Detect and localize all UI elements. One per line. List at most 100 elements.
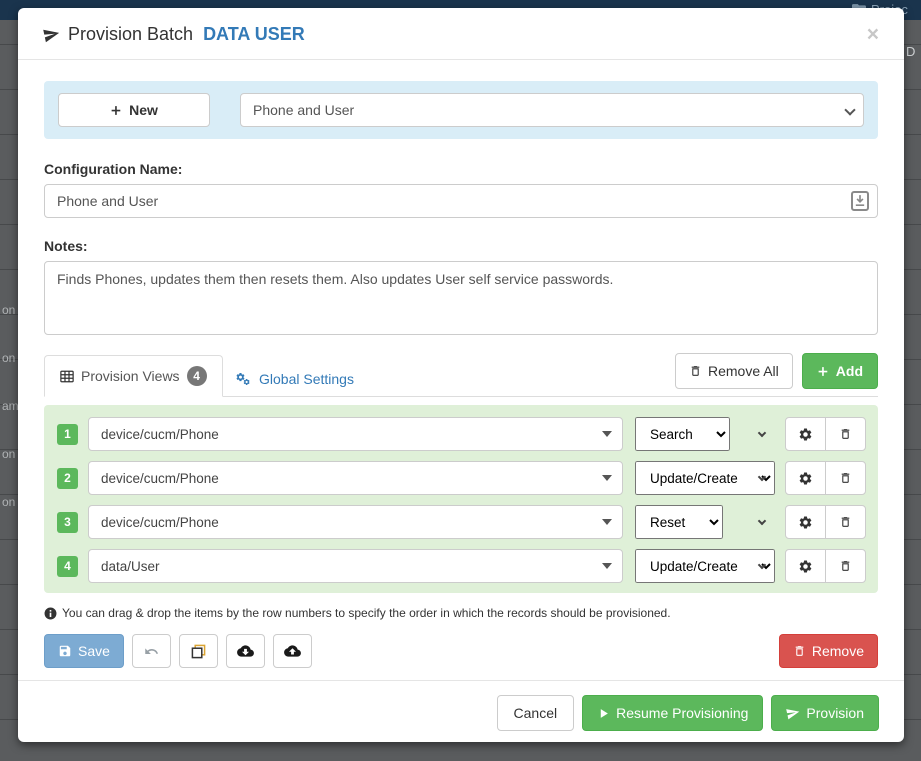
provision-button[interactable]: Provision bbox=[771, 695, 879, 731]
modal-footer: Cancel Resume Provisioning Provision bbox=[18, 680, 904, 745]
gear-icon bbox=[798, 427, 813, 442]
plus-icon bbox=[110, 104, 123, 117]
row-number-drag-handle[interactable]: 4 bbox=[57, 556, 78, 577]
row-button-group bbox=[785, 549, 866, 583]
modal-title: Provision Batch DATA USER bbox=[43, 24, 305, 45]
tab-global-settings-label: Global Settings bbox=[259, 371, 354, 387]
plus-icon bbox=[817, 365, 830, 378]
paper-plane-icon bbox=[786, 706, 800, 720]
trash-icon bbox=[689, 364, 702, 378]
row-view-select[interactable]: device/cucm/Phone bbox=[88, 461, 623, 495]
row-number-drag-handle[interactable]: 1 bbox=[57, 424, 78, 445]
add-button[interactable]: Add bbox=[802, 353, 878, 389]
row-delete-button[interactable] bbox=[825, 461, 866, 495]
row-action-select-wrap: Update/Create bbox=[635, 549, 773, 583]
configuration-name-input[interactable] bbox=[44, 184, 878, 218]
row-button-group bbox=[785, 505, 866, 539]
gear-icon bbox=[798, 559, 813, 574]
row-settings-button[interactable] bbox=[785, 505, 826, 539]
drag-drop-hint-text: You can drag & drop the items by the row… bbox=[62, 606, 671, 620]
provision-row: 2 device/cucm/Phone Update/Create bbox=[52, 461, 870, 495]
batch-selector-panel: New Phone and User bbox=[44, 81, 878, 139]
cogs-icon bbox=[235, 372, 252, 387]
trash-icon bbox=[839, 515, 852, 529]
modal-title-prefix: Provision Batch bbox=[68, 24, 193, 45]
resume-provisioning-button[interactable]: Resume Provisioning bbox=[582, 695, 763, 731]
undo-icon bbox=[144, 645, 159, 658]
row-button-group bbox=[785, 417, 866, 451]
provision-label: Provision bbox=[806, 705, 864, 721]
configuration-name-label: Configuration Name: bbox=[44, 161, 878, 177]
row-action-select[interactable]: Update/Create bbox=[635, 549, 775, 583]
copy-button[interactable] bbox=[179, 634, 218, 668]
caret-down-icon bbox=[602, 563, 612, 569]
row-action-select[interactable]: Reset bbox=[635, 505, 723, 539]
trash-icon bbox=[839, 471, 852, 485]
provision-row: 4 data/User Update/Create bbox=[52, 549, 870, 583]
row-delete-button[interactable] bbox=[825, 549, 866, 583]
row-view-value: data/User bbox=[101, 559, 160, 574]
close-icon[interactable]: × bbox=[867, 24, 879, 45]
trash-icon bbox=[793, 644, 806, 658]
gear-icon bbox=[798, 471, 813, 486]
row-delete-button[interactable] bbox=[825, 505, 866, 539]
row-settings-button[interactable] bbox=[785, 549, 826, 583]
background-letter: D bbox=[906, 44, 915, 59]
caret-down-icon bbox=[602, 475, 612, 481]
row-view-value: device/cucm/Phone bbox=[101, 515, 219, 530]
row-delete-button[interactable] bbox=[825, 417, 866, 451]
cloud-upload-icon bbox=[284, 644, 301, 658]
new-button-label: New bbox=[129, 102, 158, 118]
tab-provision-views[interactable]: Provision Views 4 bbox=[44, 355, 223, 397]
modal-header: Provision Batch DATA USER × bbox=[18, 8, 904, 60]
drag-drop-hint: You can drag & drop the items by the row… bbox=[44, 606, 878, 620]
tabs-actions: Remove All Add bbox=[675, 353, 878, 389]
chevron-down-icon bbox=[758, 517, 766, 525]
copy-icon bbox=[191, 644, 206, 659]
tab-provision-views-label: Provision Views bbox=[81, 368, 180, 384]
trash-icon bbox=[839, 427, 852, 441]
row-button-group bbox=[785, 461, 866, 495]
play-icon bbox=[597, 707, 610, 720]
save-button[interactable]: Save bbox=[44, 634, 124, 668]
remove-button[interactable]: Remove bbox=[779, 634, 878, 668]
row-settings-button[interactable] bbox=[785, 461, 826, 495]
cloud-download-button[interactable] bbox=[226, 634, 265, 668]
notes-label: Notes: bbox=[44, 238, 878, 254]
row-settings-button[interactable] bbox=[785, 417, 826, 451]
row-action-select-wrap: Update/Create bbox=[635, 461, 773, 495]
provision-rows-panel: 1 device/cucm/Phone Search bbox=[44, 405, 878, 593]
gear-icon bbox=[798, 515, 813, 530]
new-batch-button[interactable]: New bbox=[58, 93, 210, 127]
add-label: Add bbox=[836, 363, 863, 379]
table-icon bbox=[60, 370, 74, 383]
row-number-drag-handle[interactable]: 3 bbox=[57, 512, 78, 533]
row-action-select[interactable]: Search bbox=[635, 417, 730, 451]
row-action-select[interactable]: Update/Create bbox=[635, 461, 775, 495]
row-view-select[interactable]: device/cucm/Phone bbox=[88, 505, 623, 539]
row-number-drag-handle[interactable]: 2 bbox=[57, 468, 78, 489]
row-view-select[interactable]: device/cucm/Phone bbox=[88, 417, 623, 451]
tabs-bar: Provision Views 4 Global Settings Re bbox=[44, 356, 878, 397]
cancel-button[interactable]: Cancel bbox=[497, 695, 575, 731]
cloud-upload-button[interactable] bbox=[273, 634, 312, 668]
undo-button[interactable] bbox=[132, 634, 171, 668]
provision-row: 3 device/cucm/Phone Reset bbox=[52, 505, 870, 539]
remove-all-button[interactable]: Remove All bbox=[675, 353, 793, 389]
row-view-select[interactable]: data/User bbox=[88, 549, 623, 583]
provision-row: 1 device/cucm/Phone Search bbox=[52, 417, 870, 451]
tab-global-settings[interactable]: Global Settings bbox=[220, 361, 369, 397]
caret-down-icon bbox=[602, 431, 612, 437]
provision-views-count-badge: 4 bbox=[187, 366, 207, 386]
row-view-value: device/cucm/Phone bbox=[101, 471, 219, 486]
row-view-value: device/cucm/Phone bbox=[101, 427, 219, 442]
row-action-select-wrap: Reset bbox=[635, 505, 773, 539]
notes-textarea[interactable]: Finds Phones, updates them then resets t… bbox=[44, 261, 878, 335]
modal-body: New Phone and User Configuration Name: N… bbox=[18, 60, 904, 680]
batch-type-select-wrap: Phone and User bbox=[240, 93, 864, 127]
toolbar: Save bbox=[44, 634, 878, 668]
row-action-select-wrap: Search bbox=[635, 417, 773, 451]
batch-type-select[interactable]: Phone and User bbox=[240, 93, 864, 127]
modal-title-name: DATA USER bbox=[203, 24, 305, 45]
chevron-down-icon bbox=[758, 429, 766, 437]
